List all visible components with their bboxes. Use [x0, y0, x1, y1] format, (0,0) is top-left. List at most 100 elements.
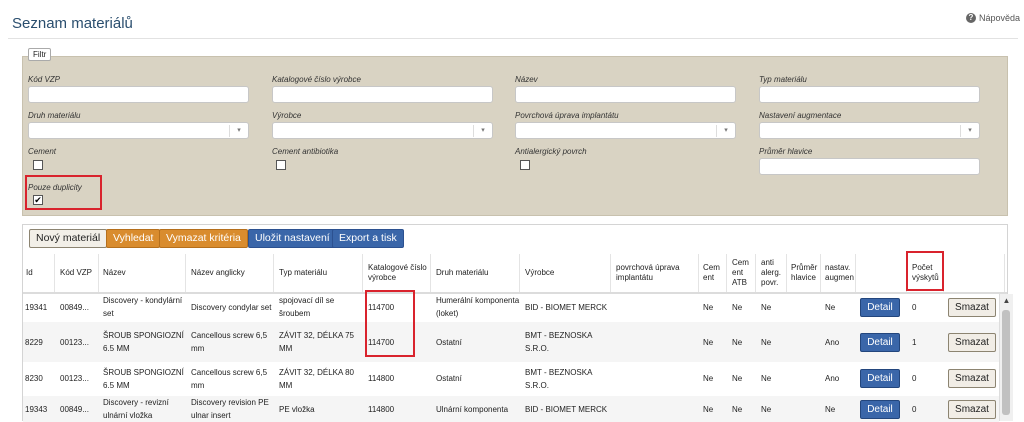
cell-typ: ZÁVIT 32, DÉLKA 80 MM [279, 367, 355, 390]
table-row: 19343 00849... Discovery - revizní ulnární… [23, 396, 999, 422]
help-link[interactable]: ? Nápověda [965, 13, 1020, 23]
label-augment: Nastavení augmentace [759, 111, 842, 120]
col-druh[interactable]: Druh materiálu [433, 254, 520, 292]
export-button[interactable]: Export a tisk [332, 229, 404, 248]
cell-kod: 00123... [60, 374, 89, 383]
cell-vyrobce: BID - BIOMET MERCK [525, 302, 608, 312]
kod-vzp-input[interactable] [28, 86, 249, 103]
cell-povrch [616, 396, 696, 422]
detail-button[interactable]: Detail [860, 333, 900, 352]
chevron-down-icon: ▾ [229, 125, 248, 137]
cell-povrch [616, 362, 696, 395]
augment-select[interactable]: ▾ [759, 122, 980, 139]
cell-pocet: 0 [912, 404, 917, 414]
cell-druh: Ulnární komponenta [436, 404, 509, 414]
cell-prumer [791, 293, 821, 321]
save-settings-button[interactable]: Uložit nastavení [248, 229, 337, 248]
cell-kod: 00849... [60, 404, 89, 414]
delete-button[interactable]: Smazat [948, 400, 996, 419]
label-druh: Druh materiálu [28, 111, 81, 120]
cell-povrch [616, 322, 696, 362]
cell-cement: Ne [703, 404, 714, 414]
chevron-down-icon: ▾ [960, 125, 979, 137]
antialerg-checkbox[interactable] [520, 160, 530, 170]
highlight-pocet [906, 251, 944, 291]
cell-druh: Ostatní [436, 337, 462, 347]
col-povrch[interactable]: povrchová úprava implantátu [613, 254, 699, 292]
detail-button[interactable]: Detail [860, 369, 900, 388]
question-circle-icon: ? [965, 13, 976, 23]
katalog-input[interactable] [272, 86, 493, 103]
col-nazev[interactable]: Název [100, 254, 186, 292]
nazev-input[interactable] [515, 86, 736, 103]
table-scrollbar[interactable]: ▲ [999, 294, 1013, 421]
col-cement[interactable]: Cem ent [700, 254, 727, 292]
clear-criteria-button[interactable]: Vymazat kritéria [159, 229, 248, 248]
cell-kod: 00849... [60, 302, 89, 312]
cell-druh: Humerální komponenta (loket) [436, 296, 520, 318]
druh-select[interactable]: ▾ [28, 122, 249, 139]
cell-cement-atb: Ne [732, 404, 743, 414]
cell-cement: Ne [703, 337, 714, 347]
cell-pocet: 0 [912, 302, 917, 312]
cell-vyrobce: BMT - BEZNOSKA S.R.O. [525, 331, 592, 353]
cell-katalog: 114800 [368, 404, 395, 414]
cell-pocet: 0 [912, 374, 917, 383]
cement-checkbox[interactable] [33, 160, 43, 170]
label-prumer: Průměr hlavice [759, 147, 813, 156]
cell-typ: PE vložka [279, 404, 315, 414]
col-kod[interactable]: Kód VZP [57, 254, 99, 292]
cell-id: 8229 [25, 337, 43, 347]
cell-cement: Ne [703, 374, 714, 383]
cement-atb-checkbox[interactable] [276, 160, 286, 170]
scroll-thumb[interactable] [1002, 310, 1010, 415]
cell-typ: ZÁVIT 32, DÉLKA 75 MM [279, 331, 355, 353]
cell-cement-atb: Ne [732, 337, 743, 347]
col-augment[interactable]: nastav. augmen [822, 254, 856, 292]
col-vyrobce[interactable]: Výrobce [522, 254, 611, 292]
cell-augment: Ano [825, 337, 840, 347]
filter-legend: Filtr [28, 48, 52, 61]
delete-button[interactable]: Smazat [948, 333, 996, 352]
page-title: Seznam materiálů [12, 15, 133, 32]
cell-typ: spojovací díl se šroubem [279, 296, 335, 318]
title-divider [8, 38, 1018, 39]
prumer-input[interactable] [759, 158, 980, 175]
cell-nazev: Discovery - revizní ulnární vložka [103, 398, 169, 420]
new-material-button[interactable]: Nový materiál [29, 229, 108, 248]
col-prumer[interactable]: Průměr hlavice [788, 254, 821, 292]
col-typ[interactable]: Typ materiálu [276, 254, 363, 292]
col-delete [945, 254, 1005, 292]
cell-nazev: ŠROUB SPONGIOZNÍ 6.5 MM [103, 367, 184, 390]
cell-nazev-en: Cancellous screw 6,5 mm [191, 331, 268, 353]
cell-id: 19343 [25, 404, 48, 414]
cell-cement-atb: Ne [732, 374, 743, 383]
help-label: Nápověda [978, 13, 1020, 23]
col-katalog[interactable]: Katalogové číslo výrobce [365, 254, 431, 292]
chevron-up-icon[interactable]: ▲ [1000, 296, 1013, 306]
cell-nazev: ŠROUB SPONGIOZNÍ 6.5 MM [103, 331, 184, 353]
cell-nazev: Discovery - kondylární set [103, 296, 183, 318]
cell-prumer [791, 362, 821, 395]
col-nazev-en[interactable]: Název anglicky [188, 254, 274, 292]
povrch-select[interactable]: ▾ [515, 122, 736, 139]
col-id[interactable]: Id [23, 254, 55, 292]
delete-button[interactable]: Smazat [948, 298, 996, 317]
cell-cement: Ne [703, 302, 714, 312]
cell-antialerg: Ne [761, 374, 772, 383]
typ-input[interactable] [759, 86, 980, 103]
cell-vyrobce: BID - BIOMET MERCK [525, 404, 608, 414]
col-cement-atb[interactable]: Cem ent ATB [729, 254, 756, 292]
delete-button[interactable]: Smazat [948, 369, 996, 388]
cell-antialerg: Ne [761, 337, 772, 347]
cell-antialerg: Ne [761, 302, 772, 312]
highlight-duplicity [25, 175, 102, 210]
detail-button[interactable]: Detail [860, 400, 900, 419]
search-button[interactable]: Vyhledat [106, 229, 161, 248]
chevron-down-icon: ▾ [473, 125, 492, 137]
detail-button[interactable]: Detail [860, 298, 900, 317]
col-antialerg[interactable]: anti alerg. povr. [758, 254, 787, 292]
vyrobce-select[interactable]: ▾ [272, 122, 493, 139]
cell-povrch [616, 293, 696, 321]
label-katalog: Katalogové číslo výrobce [272, 75, 361, 84]
